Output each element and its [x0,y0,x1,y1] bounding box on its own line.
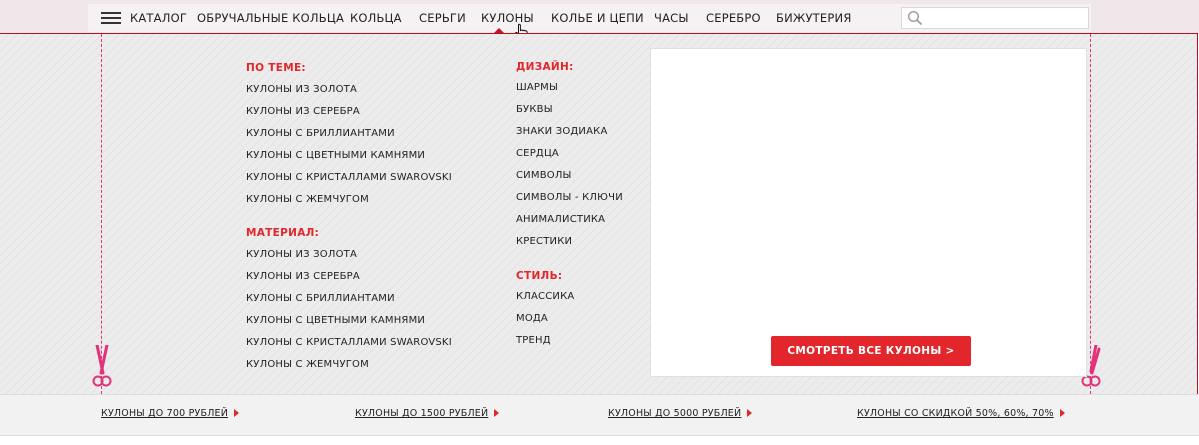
arrow-right-icon [747,409,753,417]
link-style-classic[interactable]: КЛАССИКА [516,291,574,302]
link-material-swarovski[interactable]: КУЛОНЫ С КРИСТАЛЛАМИ SWAROVSKI [246,337,452,348]
link-design-zodiac[interactable]: ЗНАКИ ЗОДИАКА [516,126,608,137]
nav-item-earrings[interactable]: СЕРЬГИ [419,11,466,25]
heading-theme: ПО ТЕМЕ: [246,62,306,74]
cut-line-left [101,34,102,394]
link-theme-diamonds[interactable]: КУЛОНЫ С БРИЛЛИАНТАМИ [246,128,395,139]
view-all-pendants-button[interactable]: СМОТРЕТЬ ВСЕ КУЛОНЫ > [771,336,971,366]
nav-item-necklaces[interactable]: КОЛЬЕ И ЦЕПИ [551,11,644,25]
arrow-right-icon [234,409,240,417]
nav-catalog[interactable]: КАТАЛОГ [130,11,187,25]
link-design-charms[interactable]: ШАРМЫ [516,82,558,93]
dropdown-panel: ПО ТЕМЕ: КУЛОНЫ ИЗ ЗОЛОТА КУЛОНЫ ИЗ СЕРЕ… [0,33,1198,394]
price-link-700[interactable]: КУЛОНЫ ДО 700 РУБЛЕЙ [101,408,240,419]
link-style-fashion[interactable]: МОДА [516,313,548,324]
link-design-symbols[interactable]: СИМВОЛЫ [516,170,572,181]
nav-item-rings[interactable]: КОЛЬЦА [350,11,402,25]
link-design-crosses[interactable]: КРЕСТИКИ [516,236,572,247]
nav-item-watches[interactable]: ЧАСЫ [654,11,689,25]
nav-item-wedding-rings[interactable]: ОБРУЧАЛЬНЫЕ КОЛЬЦА [197,11,344,25]
link-material-colored-stones[interactable]: КУЛОНЫ С ЦВЕТНЫМИ КАМНЯМИ [246,315,425,326]
link-design-hearts[interactable]: СЕРДЦА [516,148,559,159]
heading-material: МАТЕРИАЛ: [246,227,320,239]
link-theme-silver[interactable]: КУЛОНЫ ИЗ СЕРЕБРА [246,106,360,117]
price-link-5000[interactable]: КУЛОНЫ ДО 5000 РУБЛЕЙ [608,408,753,419]
price-link-label: КУЛОНЫ ДО 1500 РУБЛЕЙ [355,408,489,419]
price-link-discount[interactable]: КУЛОНЫ СО СКИДКОЙ 50%, 60%, 70% [857,408,1065,419]
hamburger-menu-icon[interactable] [101,12,121,24]
link-theme-colored-stones[interactable]: КУЛОНЫ С ЦВЕТНЫМИ КАМНЯМИ [246,150,425,161]
link-design-animals[interactable]: АНИМАЛИСТИКА [516,214,605,225]
nav-item-bijouterie[interactable]: БИЖУТЕРИЯ [776,11,852,25]
link-material-gold[interactable]: КУЛОНЫ ИЗ ЗОЛОТА [246,249,357,260]
price-link-label: КУЛОНЫ СО СКИДКОЙ 50%, 60%, 70% [857,408,1054,419]
link-material-pearls[interactable]: КУЛОНЫ С ЖЕМЧУГОМ [246,359,369,370]
price-filter-bar: КУЛОНЫ ДО 700 РУБЛЕЙ КУЛОНЫ ДО 1500 РУБЛ… [0,394,1199,436]
link-design-keys[interactable]: СИМВОЛЫ - КЛЮЧИ [516,192,623,203]
top-navigation: КАТАЛОГ ОБРУЧАЛЬНЫЕ КОЛЬЦА КОЛЬЦА СЕРЬГИ… [0,0,1199,41]
price-link-label: КУЛОНЫ ДО 700 РУБЛЕЙ [101,408,229,419]
link-theme-gold[interactable]: КУЛОНЫ ИЗ ЗОЛОТА [246,84,357,95]
link-material-silver[interactable]: КУЛОНЫ ИЗ СЕРЕБРА [246,271,360,282]
arrow-right-icon [1059,409,1065,417]
search-box[interactable] [901,7,1089,29]
link-theme-swarovski[interactable]: КУЛОНЫ С КРИСТАЛЛАМИ SWAROVSKI [246,172,452,183]
search-input[interactable] [930,10,1086,28]
search-icon[interactable] [907,10,923,26]
arrow-right-icon [494,409,500,417]
heading-style: СТИЛЬ: [516,270,563,282]
cut-line-right [1090,34,1091,394]
nav-item-silver[interactable]: СЕРЕБРО [706,11,761,25]
price-link-label: КУЛОНЫ ДО 5000 РУБЛЕЙ [608,408,742,419]
link-material-diamonds[interactable]: КУЛОНЫ С БРИЛЛИАНТАМИ [246,293,395,304]
link-style-trend[interactable]: ТРЕНД [516,335,551,346]
link-theme-pearls[interactable]: КУЛОНЫ С ЖЕМЧУГОМ [246,194,369,205]
promo-panel: СМОТРЕТЬ ВСЕ КУЛОНЫ > [650,48,1087,377]
scissors-icon [92,345,112,387]
heading-design: ДИЗАЙН: [516,61,574,73]
price-link-1500[interactable]: КУЛОНЫ ДО 1500 РУБЛЕЙ [355,408,500,419]
link-design-letters[interactable]: БУКВЫ [516,104,553,115]
